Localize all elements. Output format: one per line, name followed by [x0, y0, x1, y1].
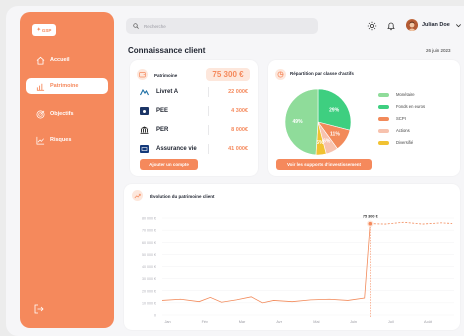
logout-icon[interactable] — [34, 304, 44, 314]
y-tick-label: 0 — [154, 314, 156, 318]
star-icon: ✦ — [36, 27, 41, 33]
y-tick-label: 20 000 € — [142, 289, 156, 293]
legend-swatch — [378, 104, 389, 109]
highlight-label: 75 300 € — [363, 215, 379, 219]
patrimoine-total: 75 300 € — [206, 68, 250, 81]
asset-value: 4 300€ — [231, 108, 248, 114]
sidebar-item-risques[interactable]: Risques — [26, 132, 108, 148]
asset-value: 41 000€ — [228, 146, 248, 152]
y-tick-label: 50 000 € — [142, 253, 156, 257]
sidebar-item-patrimoine[interactable]: Patrimoine — [26, 78, 108, 94]
pie-slice-label: 6% — [323, 138, 331, 144]
sidebar-item-accueil[interactable]: Accueil — [26, 52, 108, 68]
sidebar-item-label: Risques — [50, 137, 72, 143]
top-bar: Recherche Julian Doe — [124, 18, 464, 40]
divider — [208, 125, 209, 135]
legend-label: SCPI — [396, 116, 406, 121]
legend-item-scpi: SCPI — [378, 116, 406, 121]
user-name[interactable]: Julian Doe — [422, 22, 450, 28]
legend-item-actions: Actions — [378, 128, 410, 133]
search-input[interactable]: Recherche — [126, 18, 318, 34]
x-tick-label: Juin — [350, 320, 357, 324]
legend-label: Diversifié — [396, 140, 414, 145]
sidebar-item-objectifs[interactable]: Objectifs — [26, 106, 108, 122]
x-tick-label: Août — [424, 320, 433, 324]
divider — [208, 106, 209, 116]
x-tick-label: Fév — [202, 320, 208, 324]
patrimoine-title: Patrimoine — [154, 73, 178, 78]
view-supports-button[interactable]: Voir les supports d'investissement — [276, 159, 372, 170]
evolution-line-chart: 0 10 000 € 20 000 € 30 000 € 40 000 € 50 000 … — [142, 215, 454, 324]
legend-swatch — [378, 116, 389, 121]
divider — [208, 87, 209, 97]
search-icon — [133, 23, 139, 29]
trend-icon — [36, 136, 45, 144]
logo-text: GSP — [41, 27, 52, 33]
chevron-down-icon[interactable] — [455, 22, 462, 29]
app-window: ✦ GSP Accueil Patrimoine Objectifs Risqu… — [6, 6, 464, 336]
sidebar-item-label: Patrimoine — [50, 83, 79, 89]
highlight-point[interactable] — [368, 221, 373, 226]
asset-row-per[interactable]: PER 8 000€ — [140, 122, 248, 138]
pie-slice-label: 5% — [316, 140, 324, 146]
search-placeholder: Recherche — [144, 23, 166, 29]
bar-chart-icon — [36, 83, 45, 91]
asset-row-assurance-vie[interactable]: Assurance vie 41 000€ — [140, 141, 248, 157]
patrimoine-card: Patrimoine 75 300 € Livret A 22 000€ PEE… — [130, 60, 258, 176]
sidebar-item-label: Accueil — [50, 57, 70, 63]
legend-swatch — [378, 140, 389, 145]
bank-logo-icon — [140, 126, 149, 134]
bell-icon[interactable] — [386, 21, 396, 31]
asset-name: Livret A — [156, 89, 179, 95]
page-date: 26 juin 2023 — [426, 48, 451, 53]
asset-value: 22 000€ — [228, 89, 248, 95]
x-tick-label: Juil — [388, 320, 394, 324]
bank-logo-icon — [140, 88, 149, 96]
avatar[interactable] — [406, 19, 418, 31]
y-tick-label: 60 000 € — [142, 241, 156, 245]
wallet-icon — [137, 69, 148, 80]
logo: ✦ GSP — [32, 24, 56, 36]
add-account-button[interactable]: Ajouter un compte — [140, 159, 198, 170]
legend-swatch — [378, 128, 389, 133]
legend-label: Monétaire — [396, 92, 415, 97]
pie-slice-label: 29% — [329, 107, 340, 113]
y-tick-label: 80 000 € — [142, 217, 156, 221]
y-tick-label: 70 000 € — [142, 229, 156, 233]
legend-label: Actions — [396, 128, 410, 133]
sidebar: ✦ GSP Accueil Patrimoine Objectifs Risqu… — [20, 12, 114, 328]
legend-item-monetaire: Monétaire — [378, 92, 415, 97]
y-tick-label: 30 000 € — [142, 277, 156, 281]
legend-label: Fonds en euros — [396, 104, 426, 109]
x-tick-label: Avr — [276, 320, 282, 324]
page-title: Connaissance client — [128, 46, 206, 55]
pie-slice-label: 11% — [330, 131, 340, 137]
y-tick-label: 10 000 € — [142, 301, 156, 305]
y-tick-label: 40 000 € — [142, 265, 156, 269]
asset-value: 8 000€ — [231, 127, 248, 133]
asset-name: PEE — [156, 108, 169, 114]
evolution-card: Évolution du patrimoine client 0 10 000 €… — [124, 184, 460, 330]
sidebar-item-label: Objectifs — [50, 111, 74, 117]
target-icon — [36, 110, 45, 118]
asset-row-pee[interactable]: PEE 4 300€ — [140, 103, 248, 119]
x-tick-label: Mar — [239, 320, 246, 324]
bank-logo-icon — [140, 107, 149, 115]
asset-row-livret-a[interactable]: Livret A 22 000€ — [140, 84, 248, 100]
pie-slice-label: 49% — [293, 119, 304, 125]
series-line-projection — [370, 221, 453, 225]
repartition-card: Répartition par classe d'actifs 29% 11% 6%… — [268, 60, 460, 176]
bank-logo-icon — [140, 145, 149, 153]
asset-name: Assurance vie — [156, 146, 197, 152]
divider — [208, 144, 209, 154]
legend-item-diversifie: Diversifié — [378, 140, 413, 145]
legend-swatch — [378, 92, 389, 97]
home-icon — [36, 56, 45, 65]
user-photo-icon — [406, 20, 418, 31]
x-tick-label: Mai — [313, 320, 319, 324]
legend-item-fonds-euros: Fonds en euros — [378, 104, 425, 109]
x-tick-label: Jan — [165, 320, 171, 324]
gear-icon[interactable] — [367, 21, 377, 31]
asset-name: PER — [156, 127, 169, 133]
